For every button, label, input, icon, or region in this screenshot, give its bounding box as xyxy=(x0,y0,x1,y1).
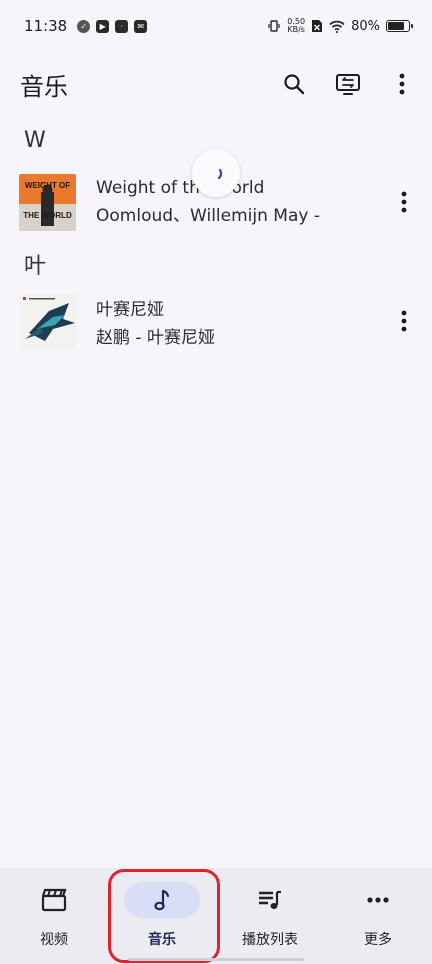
home-indicator xyxy=(128,958,304,961)
song-title: 叶赛尼娅 xyxy=(96,299,164,320)
nav-pill xyxy=(340,882,416,918)
svg-text:WEIGHT OF: WEIGHT OF xyxy=(25,181,70,190)
search-icon xyxy=(284,74,305,95)
svg-text:THE WORLD: THE WORLD xyxy=(23,211,72,220)
song-row-ye-sai-ni-ya[interactable]: 叶赛尼娅 赵鹏 - 叶赛尼娅 xyxy=(0,289,432,353)
music-note-icon xyxy=(154,889,170,911)
nav-label: 音乐 xyxy=(148,932,176,948)
nav-item-video[interactable]: 视频 xyxy=(0,868,108,964)
overflow-menu-button[interactable] xyxy=(388,70,416,98)
more-vertical-icon xyxy=(401,310,407,332)
cast-screen-icon xyxy=(336,74,360,95)
status-left: 11:38 ✓ ▶ · ✉ xyxy=(24,17,148,35)
search-button[interactable] xyxy=(280,70,308,98)
wifi-icon xyxy=(329,20,345,33)
cast-button[interactable] xyxy=(334,70,362,98)
song-more-button[interactable] xyxy=(392,306,416,336)
video-app-notification-icon: ▶ xyxy=(96,19,110,33)
battery-icon xyxy=(386,20,413,32)
nav-item-playlist[interactable]: 播放列表 xyxy=(216,868,324,964)
album-art xyxy=(19,292,76,350)
mail-notification-icon: ✉ xyxy=(134,19,148,33)
network-speed-unit: KB/s xyxy=(287,25,305,34)
app-actions xyxy=(280,70,416,98)
page-title: 音乐 xyxy=(20,72,68,101)
song-text: Weight of the World Oomloud、Willemijn Ma… xyxy=(96,178,392,226)
status-bar: 11:38 ✓ ▶ · ✉ 0.50 KB/s 80% xyxy=(0,0,432,52)
nav-item-music[interactable]: 音乐 xyxy=(108,868,216,964)
vibrate-icon xyxy=(268,20,280,32)
album-cover-weight-of-the-world: WEIGHT OF THE WORLD xyxy=(19,173,76,231)
section-header-w: W xyxy=(24,128,46,153)
status-time: 11:38 xyxy=(24,17,68,35)
check-notification-icon: ✓ xyxy=(77,19,91,33)
nav-label: 更多 xyxy=(364,932,392,948)
network-speed: 0.50 KB/s xyxy=(287,18,305,34)
song-artist-album: Oomloud、Willemijn May - xyxy=(96,206,320,226)
more-horizontal-icon xyxy=(367,897,389,903)
song-artist-album: 赵鹏 - 叶赛尼娅 xyxy=(96,327,215,348)
loading-icon xyxy=(217,168,223,180)
more-vertical-icon xyxy=(401,191,407,213)
app-bar: 音乐 xyxy=(0,56,432,112)
nav-pill xyxy=(16,882,92,918)
section-header-ye: 叶 xyxy=(24,254,47,279)
playlist-icon xyxy=(259,890,281,909)
nav-label: 播放列表 xyxy=(242,932,298,948)
nav-label: 视频 xyxy=(40,932,68,948)
refresh-spinner xyxy=(192,149,240,197)
nav-pill xyxy=(232,882,308,918)
song-more-button[interactable] xyxy=(392,187,416,217)
vivo-notification-icon: · xyxy=(115,19,129,33)
no-sim-icon xyxy=(312,20,323,32)
bottom-navigation: 视频 音乐 播放列表 更多 xyxy=(0,868,432,964)
clapperboard-icon xyxy=(41,888,67,912)
album-cover-ye-sai-ni-ya xyxy=(19,292,76,350)
more-vertical-icon xyxy=(399,73,405,95)
album-art: WEIGHT OF THE WORLD xyxy=(19,173,76,231)
status-right: 0.50 KB/s 80% xyxy=(267,18,413,34)
song-text: 叶赛尼娅 赵鹏 - 叶赛尼娅 xyxy=(96,295,392,348)
battery-fill xyxy=(388,22,404,30)
nav-pill-active xyxy=(124,882,200,918)
battery-percent: 80% xyxy=(351,18,380,34)
nav-item-more[interactable]: 更多 xyxy=(324,868,432,964)
song-title: Weight of the World xyxy=(96,178,265,198)
